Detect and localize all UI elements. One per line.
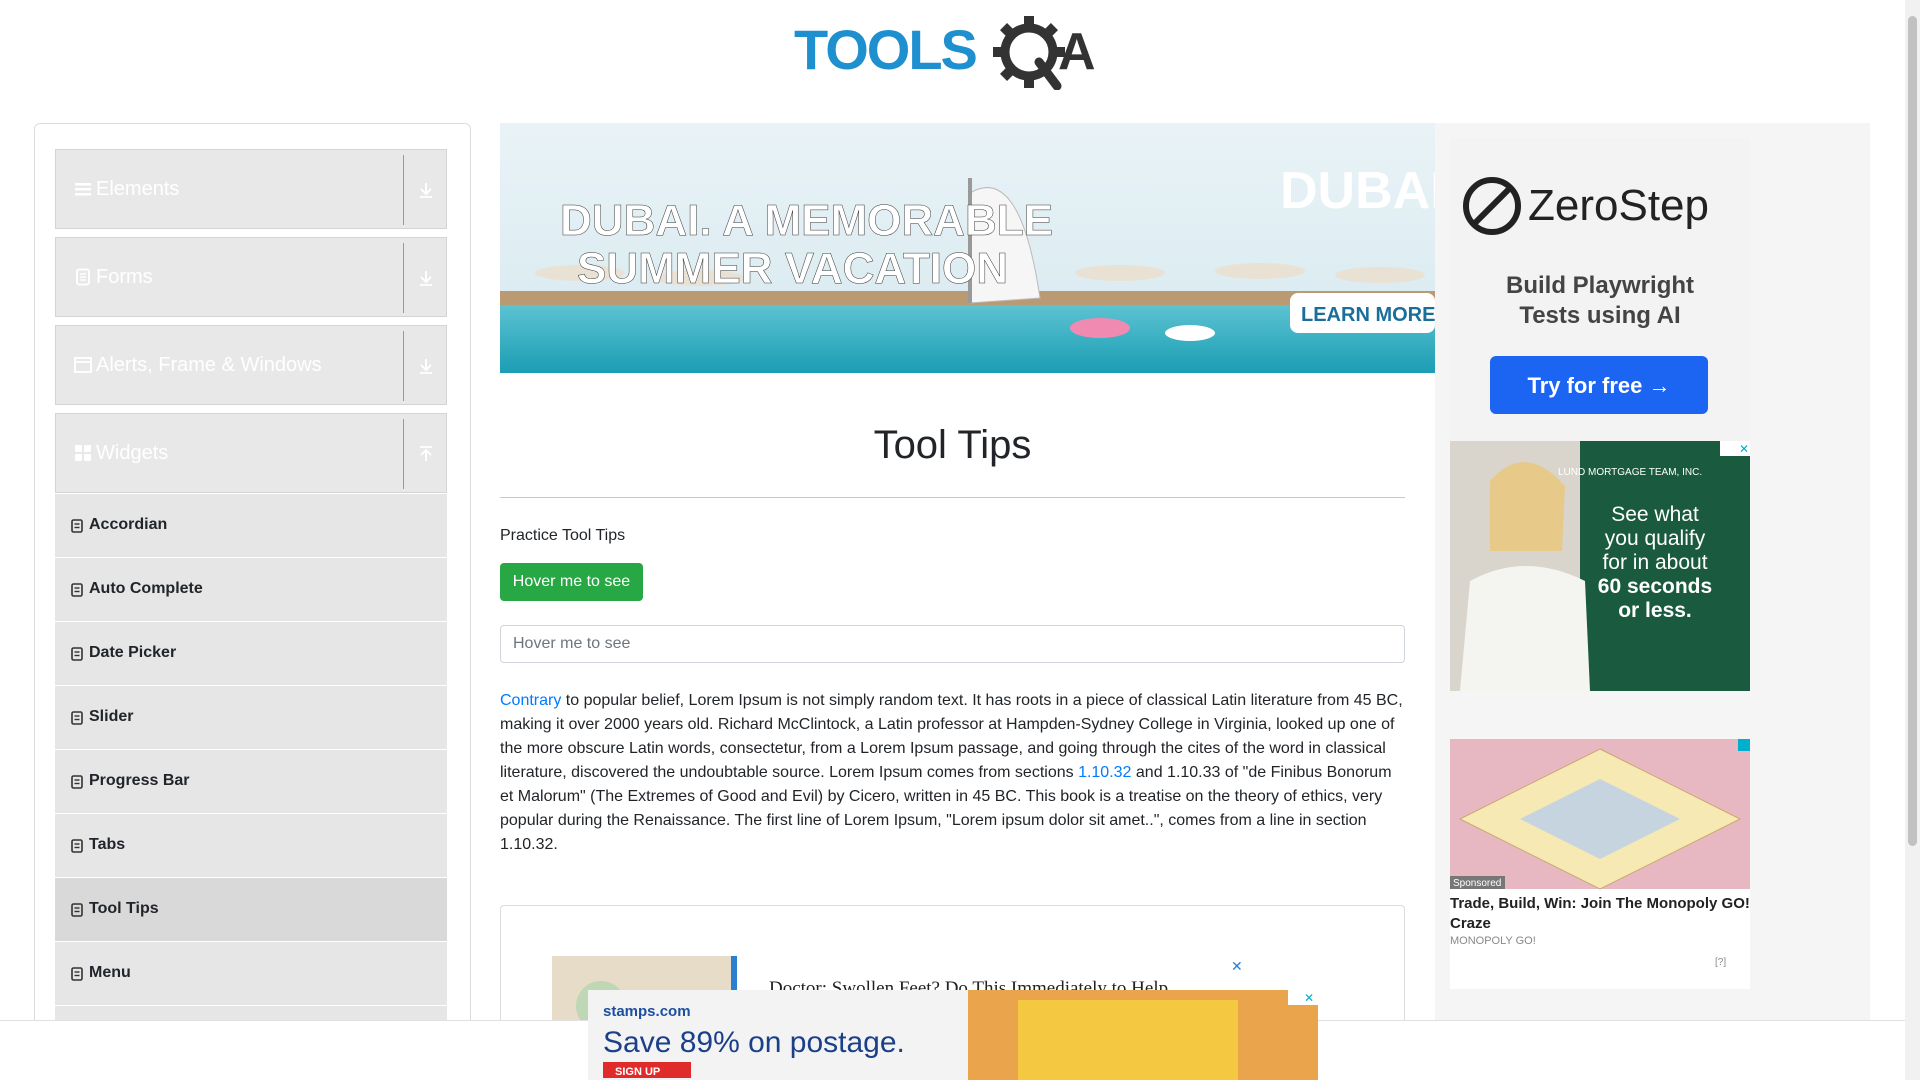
zerostep-ad[interactable]: ZeroStep Build Playwright Tests using AI… (1450, 138, 1750, 448)
stamps-cta[interactable]: SIGN UP (615, 1066, 660, 1078)
sidebar-item-progress-bar[interactable]: Progress Bar (55, 750, 447, 814)
lorem-paragraph: Contrary to popular belief, Lorem Ipsum … (500, 689, 1405, 857)
zerostep-cta[interactable]: Try for free → (1527, 373, 1670, 398)
list-bullet-icon (71, 967, 83, 981)
list-bullet-icon (71, 583, 83, 597)
lund-line1: See what (1611, 503, 1699, 526)
group-forms[interactable]: Forms (55, 237, 447, 317)
left-sidebar: Elements Forms Alerts, Frame & Windows W… (34, 123, 471, 1080)
group-alerts-frame-windows[interactable]: Alerts, Frame & Windows (55, 325, 447, 405)
group-elements[interactable]: Elements (55, 149, 447, 229)
zerostep-line1: Build Playwright (1506, 272, 1694, 299)
download-icon (420, 359, 432, 374)
scrollbar-thumb[interactable] (1908, 16, 1917, 846)
sponsored-label: Sponsored (1453, 878, 1501, 889)
dubai-headline-1: DUBAI. A MEMORABLE (560, 196, 1053, 245)
divider (403, 243, 404, 313)
sidebar-item-accordian[interactable]: Accordian (55, 494, 447, 558)
close-icon[interactable]: ✕ (1231, 958, 1243, 974)
item-label: Accordian (89, 516, 168, 533)
list-bullet-icon (71, 839, 83, 853)
list-bullet-icon (71, 775, 83, 789)
stamps-ad[interactable]: stamps.com Save 89% on postage. SIGN UP … (588, 990, 1318, 1080)
stamps-brand: stamps.com (603, 1003, 691, 1020)
item-label: Tabs (89, 836, 126, 853)
list-bullet-icon (71, 519, 83, 533)
grid-icon (75, 445, 91, 461)
sidebar-item-tabs[interactable]: Tabs (55, 814, 447, 878)
zerostep-line2: Tests using AI (1519, 302, 1680, 329)
divider (403, 419, 404, 489)
upload-icon (420, 446, 432, 461)
adchoices-help[interactable]: [?] (1715, 957, 1726, 968)
group-label: Forms (96, 266, 153, 288)
list-bullet-icon (71, 647, 83, 661)
zerostep-ad-graphic: ZeroStep Build Playwright Tests using AI… (1450, 138, 1750, 448)
toolsqa-logo[interactable]: TOOLS A (792, 14, 1117, 90)
hover-tooltip-button[interactable]: Hover me to see (500, 563, 643, 601)
item-label: Menu (89, 964, 131, 981)
sidebar-item-menu[interactable]: Menu (55, 942, 447, 1006)
widget-items-list: Accordian Auto Complete Date Picker Slid… (55, 494, 447, 1070)
hover-tooltip-input[interactable] (500, 625, 1405, 663)
ad-close-icon[interactable]: ✕ (1739, 442, 1749, 456)
lund-brand: LUND MORTGAGE TEAM, INC. (1558, 467, 1702, 478)
page-title: Tool Tips (873, 423, 1032, 467)
svg-text:TOOLS: TOOLS (794, 18, 977, 81)
dubai-headline-2: SUMMER VACATION (577, 244, 1008, 293)
sidebar-item-tool-tips[interactable]: Tool Tips (55, 878, 447, 942)
monopoly-ad-graphic: Sponsored (1450, 739, 1750, 890)
stamps-ad-graphic: stamps.com Save 89% on postage. SIGN UP … (588, 990, 1318, 1080)
zerostep-brand: ZeroStep (1528, 181, 1709, 230)
window-icon (74, 357, 92, 373)
stamps-headline: Save 89% on postage. (603, 1026, 905, 1059)
section-link[interactable]: 1.10.32 (1078, 764, 1131, 781)
group-label: Widgets (96, 442, 169, 464)
list-bullet-icon (71, 903, 83, 917)
group-label: Alerts, Frame & Windows (96, 354, 322, 376)
sidebar-item-auto-complete[interactable]: Auto Complete (55, 558, 447, 622)
dubai-cta[interactable]: LEARN MORE (1301, 304, 1435, 326)
vertical-scrollbar[interactable] (1905, 0, 1920, 1080)
divider (403, 155, 404, 225)
sidebar-item-slider[interactable]: Slider (55, 686, 447, 750)
download-icon (420, 183, 432, 198)
lund-line4: 60 seconds (1598, 575, 1712, 598)
header: TOOLS A (0, 0, 1905, 100)
item-label: Tool Tips (89, 900, 159, 917)
sidebar-item-date-picker[interactable]: Date Picker (55, 622, 447, 686)
item-label: Slider (89, 708, 134, 725)
group-label: Elements (96, 178, 180, 200)
monopoly-ad[interactable]: Sponsored Trade, Build, Win: Join The Mo… (1450, 739, 1750, 989)
document-icon (76, 268, 90, 286)
svg-text:A: A (1058, 23, 1096, 81)
lund-line5: or less. (1618, 599, 1692, 622)
title-divider (500, 497, 1405, 498)
dubai-ad-graphic: DUBAI. A MEMORABLE SUMMER VACATION DUBAI… (500, 123, 1435, 373)
monopoly-source: MONOPOLY GO! (1450, 935, 1536, 947)
dubai-brand: DUBAI (1280, 162, 1435, 220)
right-ad-column: ZeroStep Build Playwright Tests using AI… (1435, 123, 1870, 1080)
lund-ad-graphic: LUND MORTGAGE TEAM, INC. See what you qu… (1450, 441, 1750, 691)
contrary-link[interactable]: Contrary (500, 692, 561, 709)
lund-mortgage-ad[interactable]: LUND MORTGAGE TEAM, INC. See what you qu… (1450, 441, 1750, 691)
group-widgets[interactable]: Widgets (55, 413, 447, 493)
download-icon (420, 271, 432, 286)
dubai-banner-ad[interactable]: DUBAI. A MEMORABLE SUMMER VACATION DUBAI… (500, 123, 1435, 373)
monopoly-title[interactable]: Trade, Build, Win: Join The Monopoly GO!… (1450, 894, 1750, 934)
lund-line2: you qualify (1605, 527, 1706, 550)
hamburger-icon (75, 183, 91, 196)
practice-label: Practice Tool Tips (500, 527, 626, 544)
item-label: Progress Bar (89, 772, 190, 789)
lund-line3: for in about (1602, 551, 1707, 574)
ad-close-icon[interactable]: ✕ (1304, 991, 1314, 1005)
list-bullet-icon (71, 711, 83, 725)
divider (403, 331, 404, 401)
item-label: Auto Complete (89, 580, 203, 597)
item-label: Date Picker (89, 644, 177, 661)
